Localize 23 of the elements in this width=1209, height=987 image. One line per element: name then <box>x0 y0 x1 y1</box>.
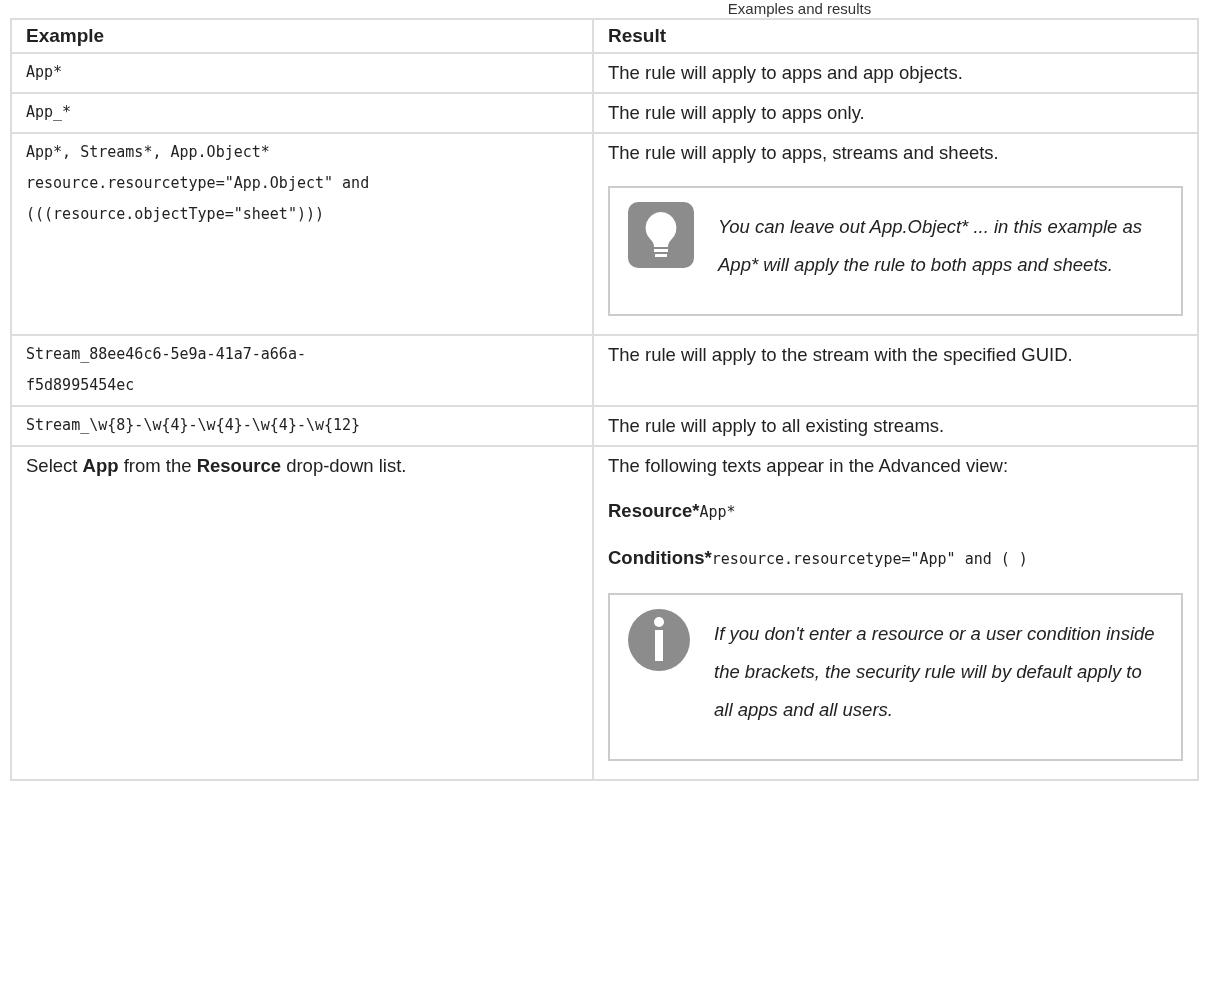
info-icon <box>628 609 690 671</box>
paragraph: The rule will apply to apps, streams and sheets. <box>608 141 1000 165</box>
code-snippet: resource.resourcetype="App" and ( ) <box>711 550 1028 568</box>
code-snippet: App_* <box>26 102 73 123</box>
note-text: You can leave out App.Object* ... in this example as App* will apply the rule to both apps and sheets. <box>718 215 1144 277</box>
code-snippet: App*, Streams*, App.Object* resource.resourcetype="App.Object" and (((resource.objectType="sheet"))) <box>26 142 371 225</box>
table-caption: Examples and results <box>726 0 873 18</box>
paragraph: The rule will apply to all existing streams. <box>608 414 946 438</box>
code-snippet: App* <box>699 503 736 521</box>
paragraph: Select App from the Resource drop-down list. <box>26 454 408 478</box>
lightbulb-icon <box>628 202 694 268</box>
field-label: Resource* <box>608 500 700 521</box>
paragraph: The rule will apply to the stream with the specified GUID. <box>608 343 1074 367</box>
paragraph: The rule will apply to apps only. <box>608 101 866 125</box>
code-snippet: Stream_\w{8}-\w{4}-\w{4}-\w{4}-\w{12} <box>26 415 362 436</box>
column-header: Result <box>594 20 1199 52</box>
note-text: If you don't enter a resource or a user condition inside the brackets, the security rule will by default apply to all apps and all users. <box>714 622 1156 722</box>
code-snippet: App* <box>26 62 64 83</box>
code-snippet: Stream_88ee46c6-5e9a-41a7-a66a- f5d8995454ec <box>26 344 307 396</box>
field-label: Conditions* <box>608 547 712 568</box>
column-header: Example <box>12 20 594 52</box>
paragraph: The following texts appear in the Advanced view: <box>608 454 1010 478</box>
paragraph: The rule will apply to apps and app objects. <box>608 61 964 85</box>
